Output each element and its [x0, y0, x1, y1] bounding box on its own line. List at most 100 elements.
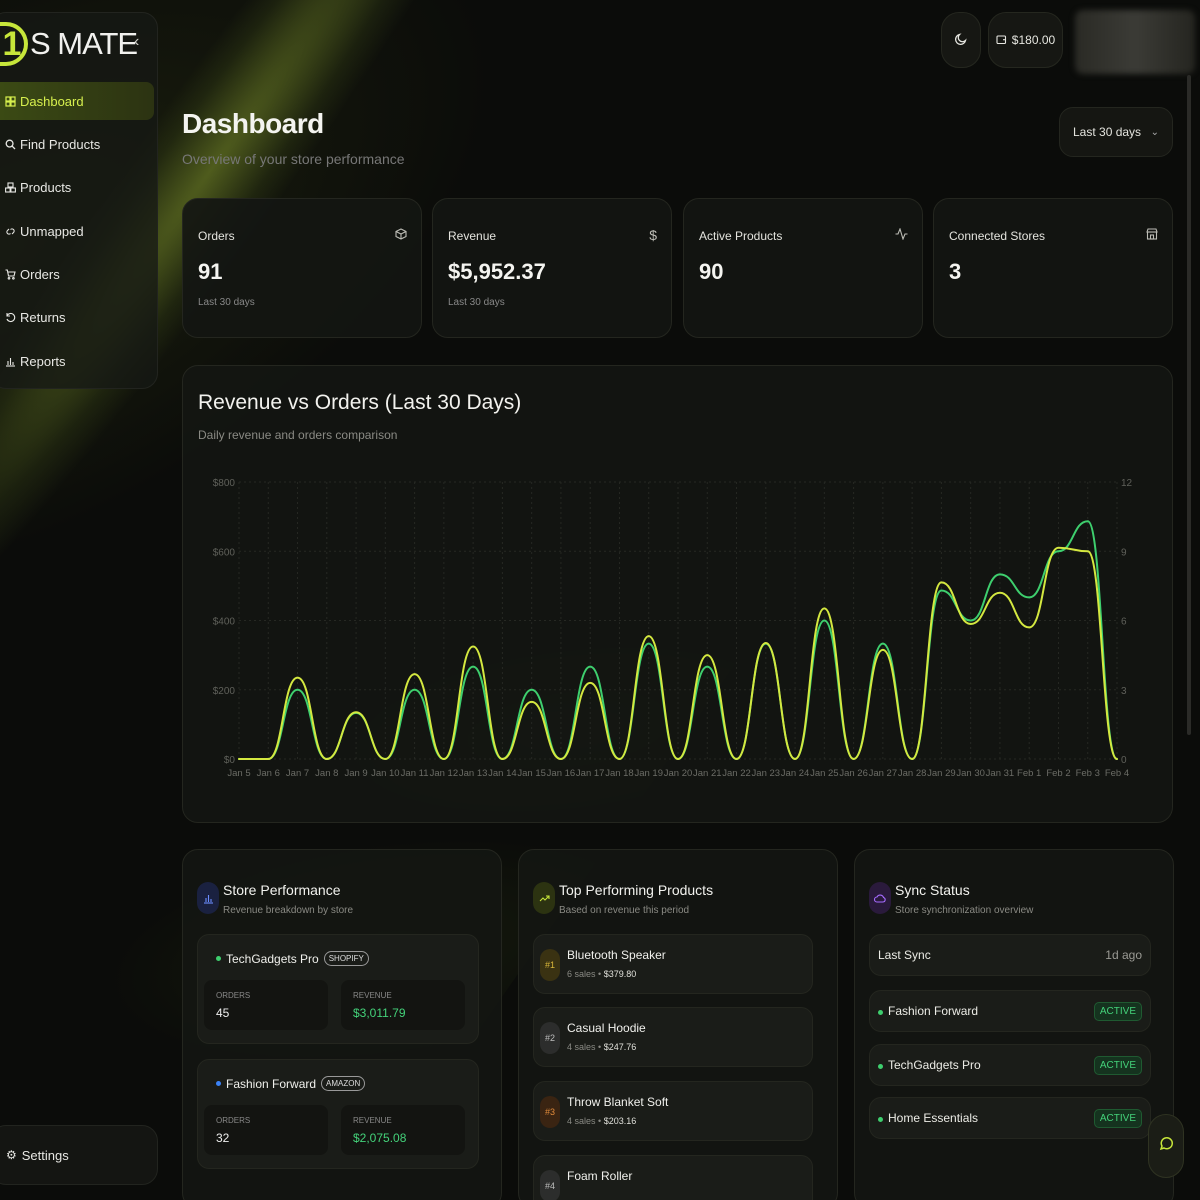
x-tick-label: Feb 3: [1076, 768, 1100, 779]
date-range-select[interactable]: Last 30 days ⌄: [1059, 107, 1173, 157]
chat-button[interactable]: [1148, 1114, 1184, 1178]
stat-value: 3: [949, 259, 962, 284]
sidebar-item-orders[interactable]: Orders: [0, 256, 154, 294]
x-tick-label: Jan 20: [664, 768, 693, 779]
x-tick-label: Jan 24: [781, 768, 810, 779]
metric-label: ORDERS: [216, 991, 251, 1000]
sync-store-name: Home Essentials: [878, 1111, 978, 1125]
brand-name: S MATE: [30, 26, 138, 61]
date-range-value: Last 30 days: [1073, 125, 1142, 139]
stat-card-revenue[interactable]: Revenue $ $5,952.37 Last 30 days: [432, 198, 672, 338]
sync-store-row[interactable]: Home Essentials ACTIVE: [869, 1097, 1151, 1139]
sidebar-item-products[interactable]: Products: [0, 169, 154, 207]
revenue-orders-chart-card: Revenue vs Orders (Last 30 Days) Daily r…: [182, 365, 1173, 823]
user-avatar[interactable]: [1075, 10, 1195, 74]
line-chart[interactable]: $0 $200 $400 $600 $800 0 3 6 9 12 Jan 5 Jan 6 Jan 7 J…: [183, 366, 1174, 824]
x-tick-label: Jan 14: [488, 768, 517, 779]
y-right-tick-label: 0: [1121, 755, 1127, 766]
product-row[interactable]: #3 Throw Blanket Soft 4 sales • $203.16: [533, 1081, 813, 1141]
sidebar-item-reports[interactable]: Reports: [0, 342, 154, 380]
stat-label: Connected Stores: [949, 229, 1046, 243]
wallet-icon: [996, 33, 1007, 48]
stat-label: Orders: [198, 229, 235, 243]
sidebar-item-settings[interactable]: ⚙ Settings: [0, 1125, 158, 1185]
stat-card-orders[interactable]: Orders 91 Last 30 days: [182, 198, 422, 338]
store-name-text: TechGadgets Pro: [226, 951, 319, 966]
page-title: Dashboard: [182, 108, 324, 139]
sidebar-item-label: Find Products: [20, 136, 101, 152]
x-tick-label: Feb 1: [1017, 768, 1041, 779]
card-subtitle: Revenue breakdown by store: [223, 905, 354, 916]
last-sync-label: Last Sync: [878, 948, 931, 962]
store-performance-card: Store Performance Revenue breakdown by s…: [182, 849, 502, 1200]
sidebar-nav: Dashboard Find Products Products Unmappe…: [0, 82, 154, 386]
metric-value: $3,011.79: [353, 1006, 406, 1020]
stat-card-connected-stores[interactable]: Connected Stores 3: [933, 198, 1173, 338]
theme-toggle-button[interactable]: [941, 12, 981, 68]
x-tick-label: Jan 21: [693, 768, 722, 779]
card-subtitle: Store synchronization overview: [895, 905, 1034, 916]
x-tick-label: Jan 29: [927, 768, 956, 779]
x-tick-label: Jan 5: [227, 768, 250, 779]
sidebar-item-returns[interactable]: Returns: [0, 299, 154, 337]
x-tick-label: Jan 15: [517, 768, 546, 779]
product-row[interactable]: #2 Casual Hoodie 4 sales • $247.76: [533, 1007, 813, 1067]
sidebar-item-unmapped[interactable]: Unmapped: [0, 212, 154, 250]
status-badge: ACTIVE: [1093, 1001, 1142, 1021]
rank-badge: #3: [540, 1096, 560, 1128]
moon-icon: [954, 32, 968, 49]
stat-card-active-products[interactable]: Active Products 90: [683, 198, 923, 338]
store-row[interactable]: TechGadgets Pro SHOPIFY ORDERS 45 REVENUE $…: [197, 934, 479, 1044]
sync-store-row[interactable]: Fashion Forward ACTIVE: [869, 990, 1151, 1032]
y-left-tick-label: $200: [213, 686, 236, 697]
status-badge: ACTIVE: [1093, 1055, 1142, 1075]
brand-logo[interactable]: 1 S MATE: [0, 22, 138, 66]
top-products-card: Top Performing Products Based on revenue…: [518, 849, 838, 1200]
product-row[interactable]: #4 Foam Roller: [533, 1155, 813, 1200]
wallet-button[interactable]: $180.00: [988, 12, 1063, 68]
box-icon: [395, 227, 407, 243]
rank-badge: #2: [540, 1022, 560, 1054]
x-tick-label: Jan 18: [605, 768, 634, 779]
x-tick-label: Jan 23: [752, 768, 781, 779]
metric-value: 45: [216, 1006, 230, 1020]
x-tick-label: Jan 8: [315, 768, 338, 779]
sidebar-item-dashboard[interactable]: Dashboard: [0, 82, 154, 120]
y-left-tick-label: $800: [213, 478, 236, 489]
product-row[interactable]: #1 Bluetooth Speaker 6 sales • $379.80: [533, 934, 813, 994]
scrollbar[interactable]: [1187, 75, 1191, 735]
y-right-tick-label: 12: [1121, 478, 1133, 489]
x-tick-label: Jan 6: [257, 768, 280, 779]
chevron-left-icon[interactable]: ‹: [134, 33, 139, 51]
metric-label: REVENUE: [353, 991, 392, 1000]
product-sales: 4 sales: [567, 1116, 596, 1126]
card-title: Store Performance: [223, 882, 341, 898]
x-tick-label: Jan 7: [286, 768, 309, 779]
product-sales: 4 sales: [567, 1042, 596, 1052]
stat-sub: Last 30 days: [448, 297, 505, 308]
sidebar-item-find-products[interactable]: Find Products: [0, 125, 154, 163]
x-tick-label: Jan 11: [401, 768, 429, 779]
product-revenue: $379.80: [603, 969, 637, 979]
sync-status-card: Sync Status Store synchronization overvi…: [854, 849, 1174, 1200]
y-left-tick-label: $0: [224, 755, 236, 766]
boxes-icon: [5, 182, 16, 193]
dollar-icon: $: [649, 227, 657, 243]
sync-store-row[interactable]: TechGadgets Pro ACTIVE: [869, 1044, 1151, 1086]
sidebar-item-label: Returns: [20, 310, 66, 326]
cloud-icon: [869, 882, 891, 914]
sidebar-item-label: Reports: [20, 353, 66, 369]
stat-value: $5,952.37: [448, 259, 546, 284]
sidebar-item-label: Orders: [20, 267, 60, 283]
x-tick-label: Feb 4: [1105, 768, 1129, 779]
chat-icon: [1158, 1136, 1174, 1157]
y-right-tick-label: 9: [1121, 547, 1127, 558]
y-left-tick-label: $600: [213, 547, 236, 558]
last-sync-value: 1d ago: [1105, 948, 1142, 962]
search-icon: [5, 139, 16, 150]
store-row[interactable]: Fashion Forward AMAZON ORDERS 32 REVENUE $2…: [197, 1059, 479, 1169]
metric-label: REVENUE: [353, 1116, 392, 1125]
product-name: Foam Roller: [567, 1169, 633, 1183]
rank-badge: #4: [540, 1170, 560, 1200]
product-revenue: $247.76: [603, 1042, 637, 1052]
